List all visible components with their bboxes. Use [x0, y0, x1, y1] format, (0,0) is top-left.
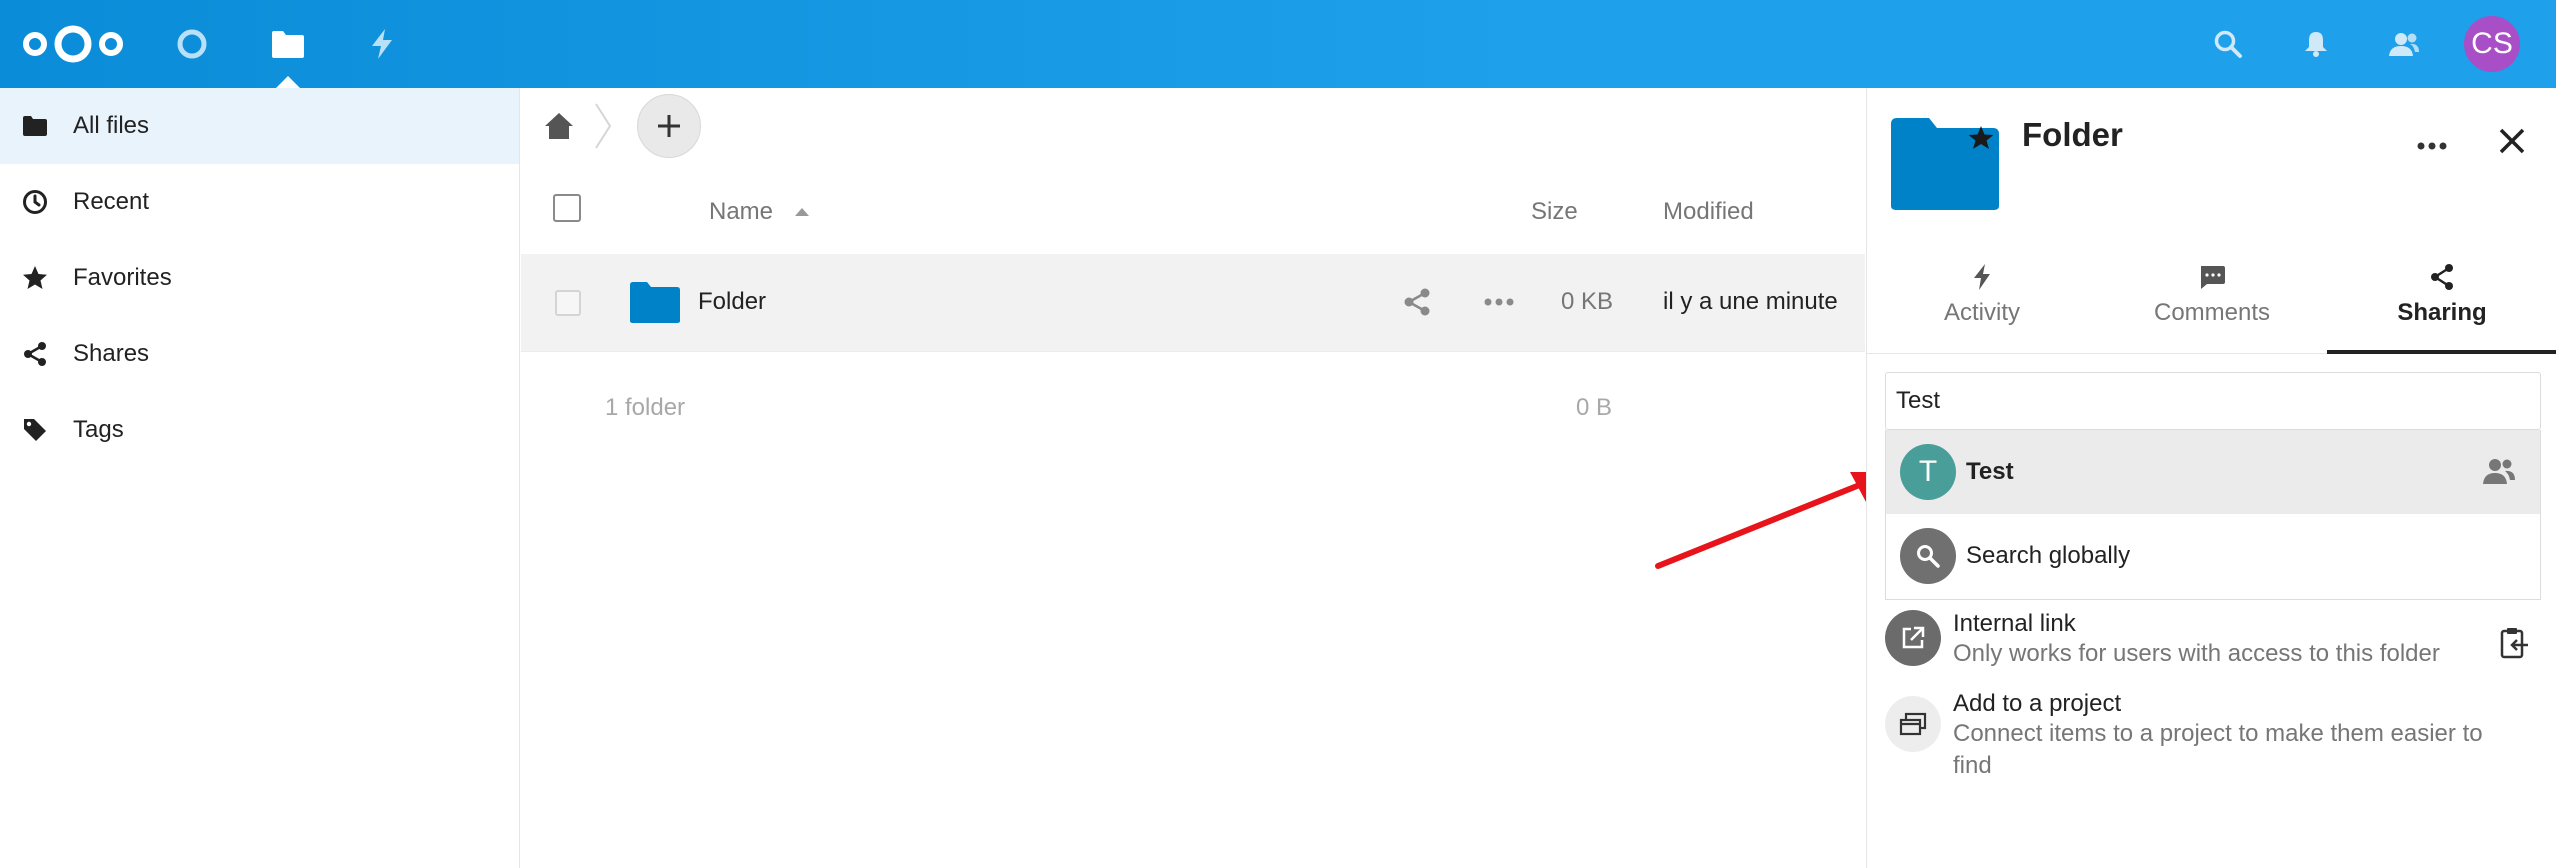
sidebar-item-label: Recent — [73, 188, 150, 215]
notifications-button[interactable] — [2294, 22, 2338, 66]
sidebar-item-all-files[interactable]: All files — [0, 88, 519, 164]
sidebar-item-label: All files — [73, 112, 150, 139]
tab-sharing[interactable]: Sharing — [2327, 263, 2556, 355]
group-icon — [2483, 459, 2515, 484]
internal-link-subtitle: Only works for users with access to this… — [1953, 640, 2440, 667]
bell-icon — [2305, 32, 2327, 57]
sort-ascending-icon — [795, 208, 809, 216]
lightning-icon — [372, 29, 392, 59]
file-name[interactable]: Folder — [698, 288, 766, 316]
table-row[interactable]: Folder 0 KB il y a une minute — [521, 254, 1865, 352]
column-header-name[interactable]: Name — [709, 198, 773, 226]
add-to-project-subtitle: Connect items to a project to make them … — [1953, 720, 2483, 779]
nav-app-files[interactable] — [266, 22, 310, 66]
internal-link-title: Internal link — [1953, 610, 2076, 637]
tab-label: Activity — [1943, 299, 2020, 326]
annotation-arrow-icon — [1655, 472, 1890, 569]
folder-icon — [1891, 118, 1999, 210]
nav-app-dashboard[interactable] — [170, 22, 214, 66]
active-app-indicator — [276, 76, 300, 88]
user-avatar: T — [1900, 444, 1956, 500]
tab-label: Comments — [2153, 299, 2271, 326]
add-to-project-title: Add to a project — [1953, 690, 2122, 717]
details-title: Folder — [2022, 116, 2123, 153]
row-checkbox[interactable] — [555, 290, 581, 316]
suggestion-search-globally[interactable]: Search globally — [1886, 514, 2540, 598]
clock-icon — [20, 187, 50, 217]
folder-icon — [20, 111, 50, 141]
user-avatar[interactable]: CS — [2464, 16, 2520, 72]
top-header: CS — [0, 0, 2556, 88]
sidebar-item-recent[interactable]: Recent — [0, 164, 519, 240]
search-icon — [1900, 528, 1956, 584]
share-suggestions-dropdown: T Test Search globally — [1885, 430, 2541, 600]
search-icon — [2214, 30, 2242, 58]
details-sidebar: Folder Activity Comments Sharing T Test — [1866, 88, 2556, 868]
search-button[interactable] — [2206, 22, 2250, 66]
suggestion-label: Test — [1966, 458, 2014, 485]
plus-icon — [658, 115, 680, 137]
suggestion-label: Search globally — [1966, 542, 2131, 569]
suggestion-user-test[interactable]: T Test — [1886, 430, 2540, 514]
summary-count: 1 folder — [605, 394, 686, 421]
lightning-icon — [1974, 264, 1990, 290]
more-options-icon[interactable] — [1481, 286, 1517, 318]
close-icon[interactable] — [2495, 124, 2529, 158]
new-file-button[interactable] — [637, 94, 701, 158]
comment-icon — [2201, 266, 2225, 289]
sidebar-item-label: Favorites — [73, 264, 172, 291]
file-modified: il y a une minute — [1663, 288, 1838, 315]
star-icon — [20, 263, 50, 293]
clipboard-icon[interactable] — [2499, 626, 2531, 660]
share-icon — [20, 339, 50, 369]
sidebar-item-shares[interactable]: Shares — [0, 316, 519, 392]
folder-icon — [272, 31, 304, 58]
internal-link-entry: Internal link Only works for users with … — [1885, 606, 2541, 682]
contacts-icon — [2389, 33, 2419, 56]
tab-label: Sharing — [2397, 299, 2487, 326]
tag-icon — [20, 415, 50, 445]
share-search-input[interactable] — [1885, 372, 2541, 430]
left-sidebar: All files Recent Favorites Shares Tags — [0, 88, 520, 868]
column-header-modified[interactable]: Modified — [1663, 198, 1754, 226]
nextcloud-logo-icon[interactable] — [18, 22, 128, 66]
tab-comments[interactable]: Comments — [2097, 263, 2327, 355]
share-icon — [2431, 264, 2453, 290]
folder-icon — [630, 282, 680, 323]
breadcrumb-separator-icon — [595, 103, 612, 149]
more-options-icon[interactable] — [2414, 128, 2450, 164]
sidebar-item-label: Shares — [73, 340, 150, 367]
sidebar-item-tags[interactable]: Tags — [0, 392, 519, 468]
sidebar-item-label: Tags — [73, 416, 124, 443]
column-header-size[interactable]: Size — [1531, 198, 1578, 226]
summary-size: 0 B — [1576, 394, 1613, 421]
sidebar-item-favorites[interactable]: Favorites — [0, 240, 519, 316]
nav-app-activity[interactable] — [360, 22, 404, 66]
contacts-button[interactable] — [2382, 22, 2426, 66]
home-icon[interactable] — [543, 110, 575, 142]
active-tab-indicator — [2327, 350, 2556, 354]
circle-icon — [177, 29, 207, 59]
select-all-checkbox[interactable] — [553, 194, 581, 222]
projects-icon — [1885, 696, 1941, 752]
share-icon[interactable] — [1401, 286, 1433, 318]
file-size: 0 KB — [1561, 288, 1614, 315]
add-to-project-entry[interactable]: Add to a project Connect items to a proj… — [1885, 690, 2541, 800]
external-link-icon — [1885, 610, 1941, 666]
tab-activity[interactable]: Activity — [1867, 263, 2097, 355]
